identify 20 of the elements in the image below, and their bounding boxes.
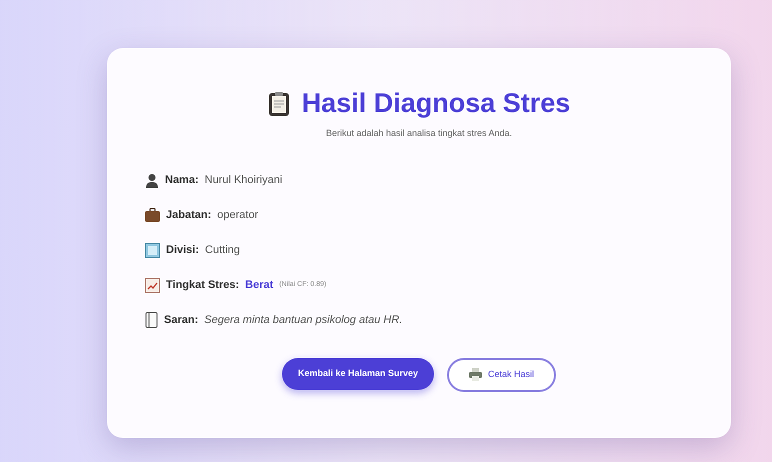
back-button[interactable]: Kembali ke Halaman Survey	[282, 358, 434, 390]
person-icon	[145, 172, 159, 188]
briefcase-icon	[145, 208, 160, 222]
field-value: Cutting	[205, 242, 240, 258]
field-value: Nurul Khoiriyani	[204, 172, 282, 188]
subtitle: Berikut adalah hasil analisa tingkat stres Anda.	[324, 127, 514, 140]
field-value: Berat	[245, 278, 274, 293]
note-icon	[145, 312, 158, 328]
field-label: Divisi:	[166, 242, 200, 258]
field-value: Segera minta bantuan psikolog atau HR.	[204, 312, 402, 328]
page-title: Hasil Diagnosa Stres	[302, 90, 570, 117]
chart-icon	[145, 278, 160, 292]
field-label: Tingkat Stres:	[166, 278, 240, 293]
print-button[interactable]: Cetak Hasil	[447, 358, 556, 392]
field-label: Nama:	[165, 172, 199, 188]
field-value: operator	[217, 208, 258, 223]
field-label: Saran:	[164, 312, 198, 328]
clipboard-icon	[268, 90, 290, 116]
field-label: Jabatan:	[166, 208, 212, 223]
printer-icon	[469, 368, 482, 381]
